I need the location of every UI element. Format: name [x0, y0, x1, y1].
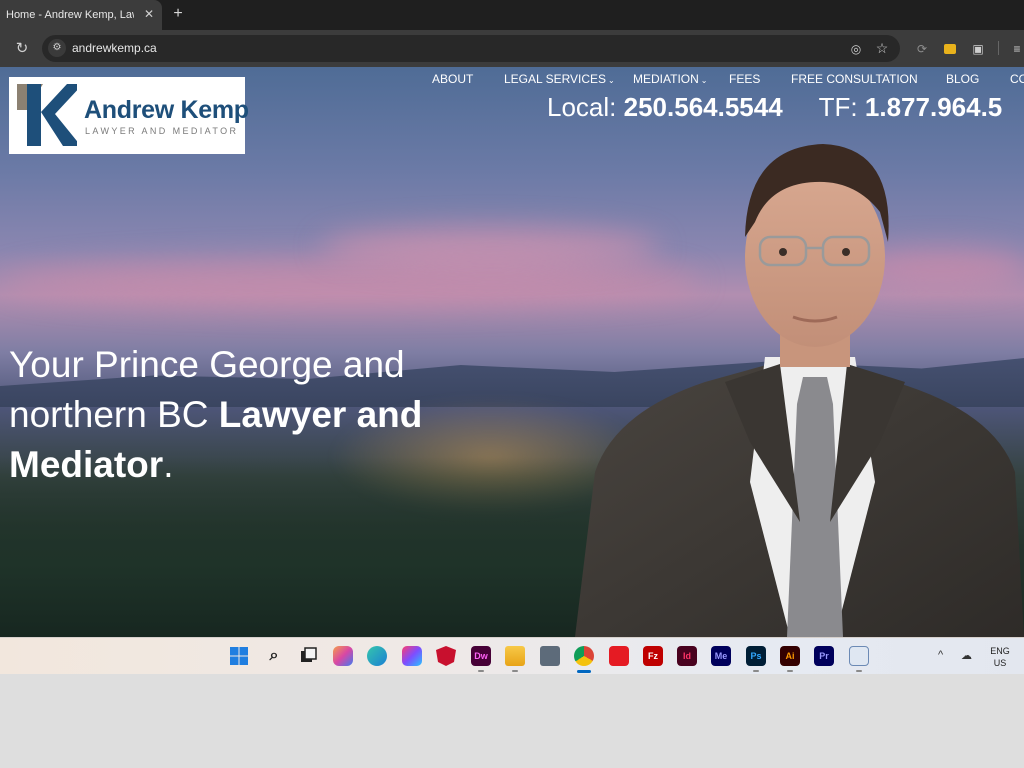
- notepad-icon[interactable]: [849, 646, 869, 666]
- chevron-down-icon: ⌄: [700, 76, 708, 85]
- windows-icon[interactable]: [229, 646, 249, 666]
- menu-icon[interactable]: ≡: [1010, 40, 1024, 58]
- website-viewport: Andrew Kemp LAWYER AND MEDIATOR ABOUT LE…: [0, 67, 1024, 637]
- language-line-2: US: [993, 658, 1007, 668]
- dreamweaver-label: Dw: [474, 651, 488, 661]
- illustrator-icon[interactable]: Ai: [780, 646, 800, 666]
- premiere-icon[interactable]: Pr: [814, 646, 834, 666]
- running-indicator: [512, 670, 518, 672]
- folder-icon[interactable]: [505, 646, 525, 666]
- browser-tab[interactable]: Home - Andrew Kemp, Lawyer a ✕: [0, 0, 162, 30]
- windows-taskbar: ⌕ Dw Fz Id Me Ps Ai Pr ^ ☁ ENG US: [0, 637, 1024, 674]
- tollfree-phone-number[interactable]: 1.877.964.5: [865, 92, 1002, 122]
- running-indicator: [753, 670, 759, 672]
- nav-blog-label: BLOG: [946, 72, 980, 86]
- nav-fees-label: FEES: [729, 72, 761, 86]
- browser-tab-bar: Home - Andrew Kemp, Lawyer a ✕ +: [0, 0, 1024, 30]
- language-indicator[interactable]: ENG US: [988, 645, 1012, 669]
- extension-puzzle-disabled-icon[interactable]: ⟳: [914, 40, 930, 58]
- nav-legal-services-label: LEGAL SERVICES: [504, 72, 607, 86]
- chrome-icon[interactable]: [574, 646, 594, 666]
- hero-line-2-plain: northern BC: [9, 394, 209, 435]
- eye-off-icon[interactable]: ◎: [848, 41, 864, 57]
- acrobat-icon[interactable]: [609, 646, 629, 666]
- close-icon[interactable]: ✕: [142, 7, 156, 21]
- hero-line-3-bold: Mediator: [9, 444, 164, 485]
- extensions-puzzle-icon[interactable]: ▣: [970, 40, 986, 58]
- phone-numbers: Local: 250.564.5544 TF: 1.877.964.5: [547, 92, 1002, 123]
- nav-mediation-label: MEDIATION: [633, 72, 699, 86]
- tab-title: Home - Andrew Kemp, Lawyer a: [6, 9, 134, 21]
- tollfree-phone-label: TF:: [818, 92, 858, 122]
- logo-tagline: LAWYER AND MEDIATOR: [85, 126, 239, 136]
- photoshop-label: Ps: [750, 651, 762, 661]
- extension-icon[interactable]: [942, 40, 958, 58]
- chevron-down-icon: ⌄: [608, 76, 615, 85]
- local-phone-number[interactable]: 250.564.5544: [624, 92, 783, 122]
- hero-line-1: Your Prince George and: [9, 344, 405, 385]
- hero-line-2-bold: Lawyer and: [218, 394, 423, 435]
- running-indicator: [787, 670, 793, 672]
- reload-icon[interactable]: ↻: [12, 39, 32, 59]
- edge-icon[interactable]: [367, 646, 387, 666]
- chevron-up-icon[interactable]: ^: [938, 649, 943, 661]
- site-logo[interactable]: Andrew Kemp LAWYER AND MEDIATOR: [9, 77, 249, 154]
- running-indicator: [478, 670, 484, 672]
- illustrator-label: Ai: [785, 651, 795, 661]
- site-info-icon[interactable]: ⚙: [48, 39, 66, 57]
- nav-free-consultation-label: FREE CONSULTATION: [791, 72, 918, 86]
- nav-mediation[interactable]: MEDIATION ⌄: [633, 72, 707, 86]
- language-line-1: ENG: [990, 646, 1010, 656]
- nav-contact-label: CO: [1010, 72, 1024, 86]
- task-view-icon[interactable]: [298, 646, 318, 666]
- onedrive-cloud-icon[interactable]: ☁: [961, 649, 972, 662]
- photoshop-icon[interactable]: Ps: [746, 646, 766, 666]
- filezilla-icon[interactable]: Fz: [643, 646, 663, 666]
- indesign-icon[interactable]: Id: [677, 646, 697, 666]
- address-bar[interactable]: ⚙ andrewkemp.ca ◎ ☆: [42, 35, 900, 62]
- browser-toolbar: ↻ ⚙ andrewkemp.ca ◎ ☆: [0, 30, 1024, 67]
- nav-blog[interactable]: BLOG: [946, 72, 979, 86]
- nav-free-consultation[interactable]: FREE CONSULTATION: [791, 72, 918, 86]
- nav-about-label: ABOUT: [432, 72, 474, 86]
- mcafee-icon[interactable]: [436, 646, 456, 666]
- nav-contact[interactable]: CO: [1010, 72, 1024, 86]
- dreamweaver-icon[interactable]: Dw: [471, 646, 491, 666]
- logo-name: Andrew Kemp: [84, 96, 249, 124]
- nav-about[interactable]: ABOUT: [432, 72, 473, 86]
- running-indicator: [856, 670, 862, 672]
- calculator-icon[interactable]: [540, 646, 560, 666]
- hero-line-3-end: .: [163, 444, 174, 485]
- media-encoder-icon[interactable]: Me: [711, 646, 731, 666]
- main-nav: ABOUT LEGAL SERVICES ⌄ MEDIATION ⌄ FEES FR…: [0, 72, 1024, 88]
- url-text[interactable]: andrewkemp.ca: [72, 41, 157, 55]
- logo-k-mark: [17, 84, 77, 146]
- nav-fees[interactable]: FEES: [729, 72, 760, 86]
- lawyer-portrait: [575, 144, 1024, 637]
- nav-legal-services[interactable]: LEGAL SERVICES ⌄: [504, 72, 615, 86]
- creative-cloud-icon[interactable]: [402, 646, 422, 666]
- media-encoder-label: Me: [714, 651, 728, 661]
- new-tab-icon[interactable]: +: [169, 5, 187, 23]
- copilot-icon[interactable]: [333, 646, 353, 666]
- search-icon[interactable]: ⌕: [264, 646, 284, 666]
- desktop-background: [0, 674, 1024, 768]
- hero-line-3: Mediator.: [9, 440, 469, 490]
- local-phone-label: Local:: [547, 92, 617, 122]
- hero-line-2: northern BC Lawyer and: [9, 390, 469, 440]
- premiere-label: Pr: [819, 651, 829, 661]
- indesign-label: Id: [683, 651, 691, 661]
- bookmark-star-icon[interactable]: ☆: [874, 40, 890, 56]
- active-app-indicator: [577, 670, 591, 673]
- toolbar-divider: [998, 41, 999, 55]
- hero-heading: Your Prince George and northern BC Lawye…: [9, 340, 469, 490]
